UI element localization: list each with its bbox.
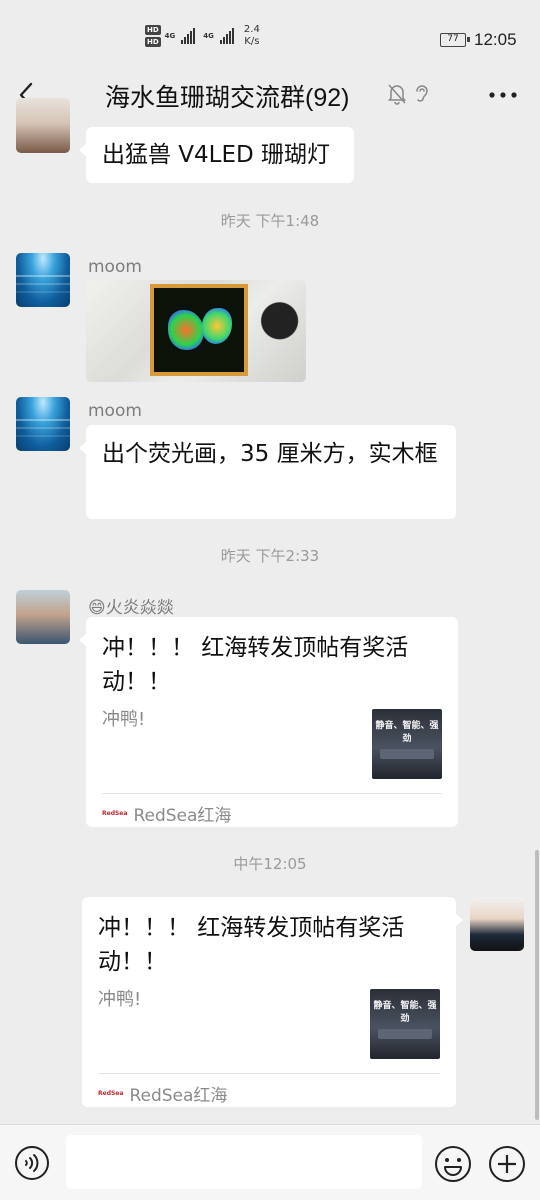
card-description: 冲鸭!: [102, 709, 146, 730]
hd-badge-2: HD: [145, 37, 161, 47]
signal-2-icon: [219, 28, 234, 44]
fluorescent-painting-image: [150, 284, 248, 376]
redsea-logo-icon: RedSea: [98, 1090, 124, 1097]
card-title: 冲！！！ 红海转发顶帖有奖活动！！: [102, 635, 409, 695]
avatar[interactable]: [16, 98, 70, 153]
card-divider: [102, 793, 442, 794]
card-divider: [98, 1073, 440, 1074]
signal-1-label: 4G: [164, 32, 176, 40]
card-source: RedSea RedSea红海: [102, 801, 231, 826]
avatar[interactable]: [470, 897, 524, 951]
message-text: 出个荧光画，35 厘米方，实木框: [102, 441, 438, 467]
sender-name: moom: [88, 401, 142, 421]
message-bubble[interactable]: 出猛兽 V4LED 珊瑚灯: [79, 127, 354, 183]
ear-icon: [416, 85, 428, 102]
bell-muted-icon: [388, 84, 406, 105]
speed-value: 2.4: [243, 24, 260, 35]
message-input[interactable]: [66, 1135, 422, 1189]
thumbnail-caption: 静音、智能、强劲: [373, 1001, 437, 1024]
battery-icon: 77: [440, 33, 470, 47]
plus-icon[interactable]: [488, 1145, 526, 1183]
signal-2-label: 4G: [203, 32, 214, 40]
source-name: RedSea红海: [129, 1086, 228, 1106]
product-image: [378, 1029, 432, 1039]
network-speed: 2.4 K/s: [244, 24, 260, 48]
speed-unit: K/s: [244, 36, 260, 47]
input-bar: [0, 1124, 540, 1200]
signal-1-icon: [181, 28, 196, 44]
chat-header: 海水鱼珊瑚交流群(92): [0, 70, 540, 120]
status-clock: 12:05: [474, 30, 517, 49]
voice-icon[interactable]: [14, 1145, 50, 1181]
scrollbar[interactable]: [535, 850, 539, 1120]
status-bar: HD HD 4G 4G 2.4 K/s 77 12:05: [0, 0, 540, 70]
network-status: HD HD 4G 4G 2.4 K/s: [145, 24, 260, 48]
card-thumbnail: 静音、智能、强劲: [372, 709, 442, 779]
timestamp: 昨天 下午2:33: [220, 547, 320, 565]
more-dots-icon[interactable]: [488, 82, 518, 108]
message-text: 出猛兽 V4LED 珊瑚灯: [102, 142, 331, 168]
card-title: 冲！！！ 红海转发顶帖有奖活动！！: [98, 915, 405, 975]
timestamp: 昨天 下午1:48: [220, 212, 320, 230]
source-name: RedSea红海: [133, 806, 232, 826]
timestamp: 中午12:05: [233, 855, 307, 873]
sender-name: moom: [88, 257, 142, 277]
thumbnail-caption: 静音、智能、强劲: [375, 721, 439, 744]
card-thumbnail: 静音、智能、强劲: [370, 989, 440, 1059]
message-bubble[interactable]: 出个荧光画，35 厘米方，实木框: [79, 425, 456, 519]
chat-title: 海水鱼珊瑚交流群(92): [105, 84, 350, 112]
sender-name: 😄火炎焱燚: [88, 598, 174, 618]
avatar[interactable]: [16, 397, 70, 451]
link-card[interactable]: 冲！！！ 红海转发顶帖有奖活动！！ 冲鸭! 静音、智能、强劲 RedSea Re…: [79, 617, 458, 827]
link-card[interactable]: 冲！！！ 红海转发顶帖有奖活动！！ 冲鸭! 静音、智能、强劲 RedSea Re…: [82, 897, 463, 1107]
redsea-logo-icon: RedSea: [102, 810, 128, 817]
image-message[interactable]: [86, 280, 306, 382]
avatar[interactable]: [16, 253, 70, 307]
avatar[interactable]: [16, 590, 70, 644]
hd-badge-1: HD: [145, 25, 161, 35]
product-image: [380, 749, 434, 759]
emoji-icon[interactable]: [434, 1145, 472, 1183]
card-description: 冲鸭!: [98, 989, 142, 1010]
card-source: RedSea RedSea红海: [98, 1081, 227, 1106]
